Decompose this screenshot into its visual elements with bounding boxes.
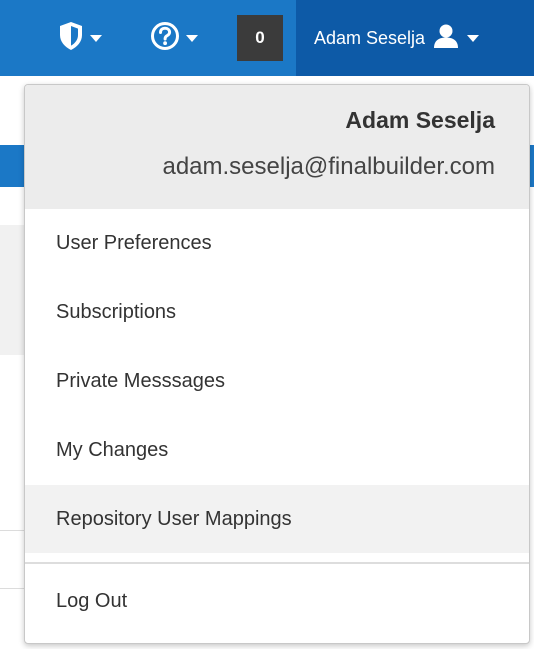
- menu-item-user-preferences[interactable]: User Preferences: [25, 209, 529, 277]
- user-icon: [433, 23, 459, 54]
- help-menu-button[interactable]: [150, 20, 214, 56]
- chevron-down-icon: [186, 34, 198, 42]
- menu-item-log-out[interactable]: Log Out: [25, 567, 529, 635]
- menu-item-subscriptions[interactable]: Subscriptions: [25, 278, 529, 346]
- screen: 0 Adam Seselja Adam Seselja adam.seselja…: [0, 0, 534, 649]
- menu-item-repository-user-mappings[interactable]: Repository User Mappings: [25, 485, 529, 553]
- menu-item-my-changes[interactable]: My Changes: [25, 416, 529, 484]
- menu-divider: [25, 562, 529, 564]
- page-divider: [0, 588, 24, 589]
- chevron-down-icon: [90, 34, 102, 42]
- top-navbar: 0 Adam Seselja: [0, 0, 534, 76]
- user-dropdown-menu: Adam Seselja adam.seselja@finalbuilder.c…: [24, 84, 530, 644]
- user-info-header: Adam Seselja adam.seselja@finalbuilder.c…: [25, 85, 529, 209]
- shield-icon: [58, 21, 84, 56]
- user-email: adam.seselja@finalbuilder.com: [162, 153, 495, 180]
- user-menu-button[interactable]: Adam Seselja: [296, 0, 534, 76]
- user-name-label: Adam Seselja: [314, 27, 426, 48]
- menu-item-private-messages[interactable]: Private Messsages: [25, 347, 529, 415]
- user-display-name: Adam Seselja: [345, 107, 495, 133]
- page-side-strip: [0, 225, 24, 355]
- chevron-down-icon: [467, 34, 480, 42]
- security-menu-button[interactable]: [58, 20, 120, 56]
- page-divider: [0, 530, 24, 531]
- notification-count-badge[interactable]: 0: [237, 15, 283, 61]
- help-circle-icon: [150, 21, 180, 56]
